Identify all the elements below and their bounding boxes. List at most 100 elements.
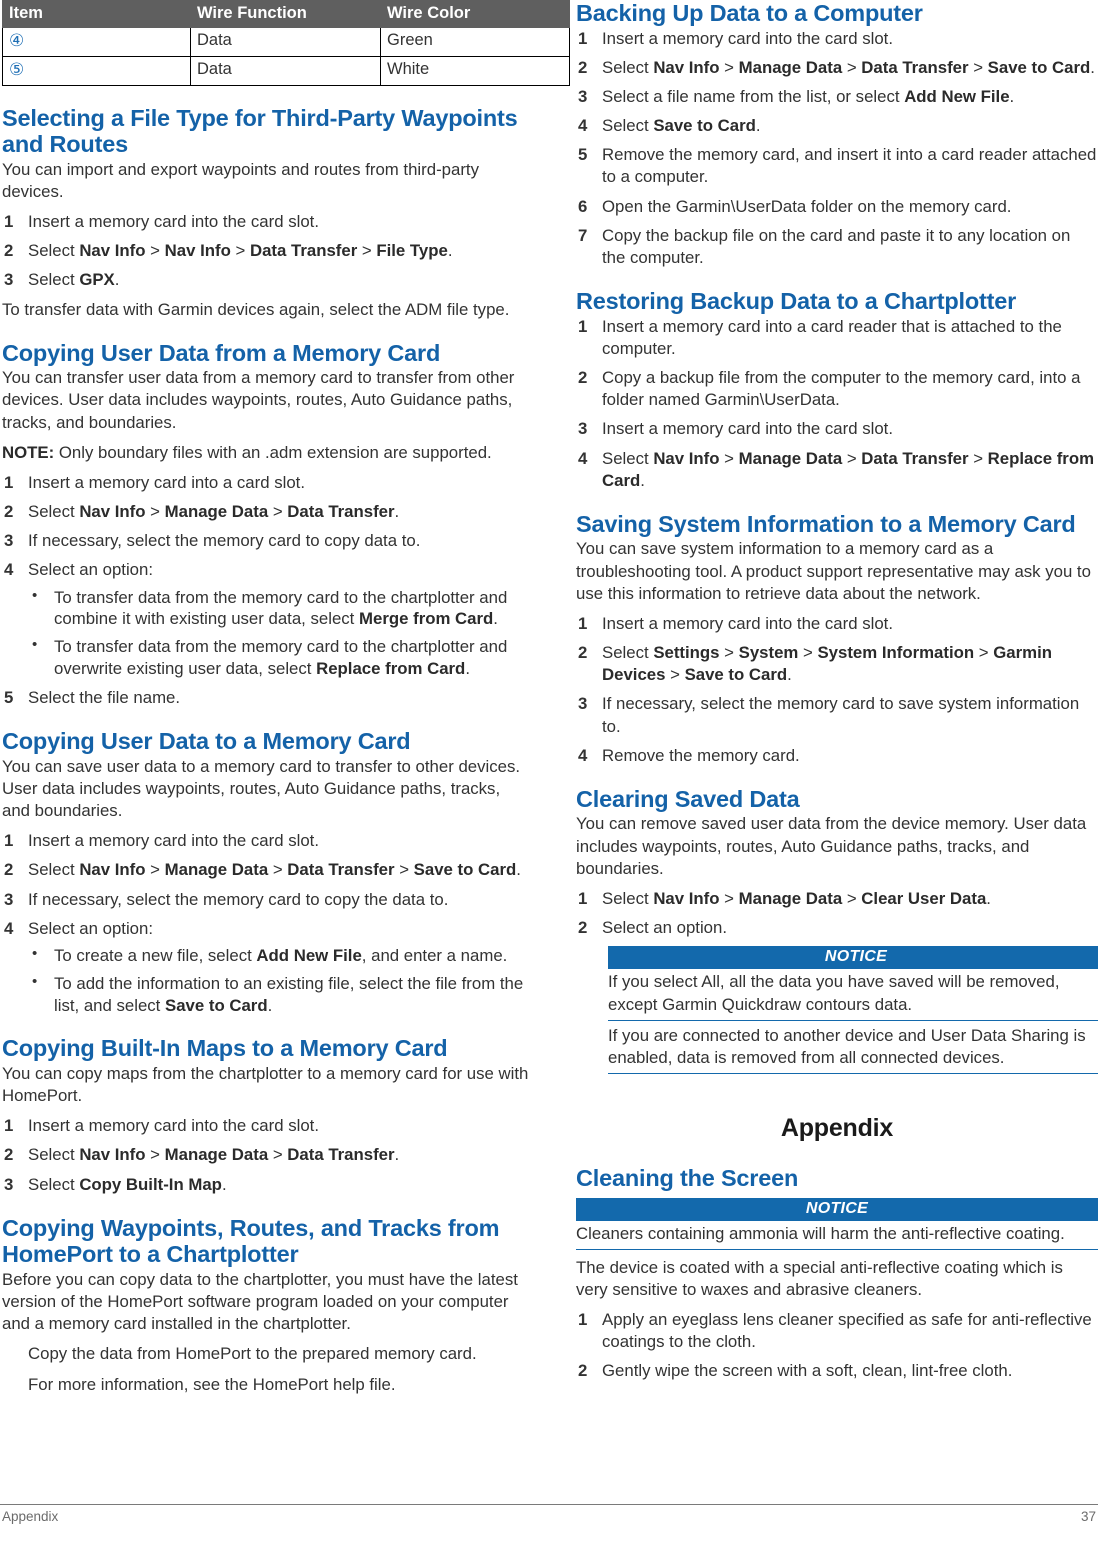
section-heading-clearing-saved-data: Clearing Saved Data (576, 785, 800, 812)
notice-bottom-rule (576, 1248, 1098, 1250)
step-item: 4 Select an option: To transfer data from … (2, 559, 532, 679)
step-text: Select Settings > System > System Inform… (602, 643, 1053, 685)
step-text: Remove the memory card, and insert it in… (602, 145, 1097, 187)
step-text: Insert a memory card into a card slot. (28, 472, 305, 492)
notice-label: NOTICE (576, 1197, 1098, 1221)
notice-bottom-rule (608, 1073, 1098, 1075)
notice-paragraph: Cleaners containing ammonia will harm th… (576, 1223, 1065, 1243)
step-number: 1 (4, 1116, 14, 1136)
footer-divider (0, 1504, 1098, 1505)
steps-list-saving-system-information: 1 Insert a memory card into the card slot… (576, 613, 1098, 767)
step-item: 5 Remove the memory card, and insert it i… (576, 144, 1098, 188)
section-intro: You can import and export waypoints and … (2, 159, 479, 201)
table-header-item: Item (2, 0, 191, 28)
step-number: 3 (4, 1174, 14, 1194)
step-item: 2 Select an option. (576, 917, 1098, 939)
section-heading-saving-system-information: Saving System Information to a Memory Ca… (576, 510, 1076, 537)
steps-list-clearing-saved-data: 1 Select Nav Info > Manage Data > Clear U… (576, 888, 1098, 939)
step-number: 6 (578, 196, 588, 216)
step-item: 3 If necessary, select the memory card to… (2, 889, 532, 911)
step-text: Select Nav Info > Manage Data > Data Tra… (28, 1145, 400, 1165)
step-text: If necessary, select the memory card to … (28, 889, 449, 909)
step-item: 2 Select Settings > System > System Infor… (576, 642, 1098, 686)
step-item: 1 Insert a memory card into the card slot… (2, 1115, 532, 1137)
notice-paragraph: If you are connected to another device a… (608, 1019, 1098, 1073)
sub-option-item: To create a new file, select Add New Fil… (28, 944, 532, 967)
unnumbered-step-more-info: For more information, see the HomePort h… (28, 1374, 396, 1394)
step-item: 1 Insert a memory card into the card slot… (2, 830, 532, 852)
circled-number-icon: ⑤ (9, 59, 25, 79)
table-header-wire-color: Wire Color (380, 0, 570, 28)
section-intro: You can copy maps from the chartplotter … (2, 1063, 529, 1106)
step-item: 1 Insert a memory card into the card slot… (576, 613, 1098, 635)
step-number: 1 (4, 831, 14, 851)
step-number: 1 (578, 28, 588, 48)
step-text: Select an option: (28, 560, 154, 580)
sub-option-list: To create a new file, select Add New Fil… (28, 944, 532, 1017)
step-item: 3 Insert a memory card into the card slot… (576, 418, 1098, 440)
table-cell-color: White (380, 55, 570, 86)
section-intro: You can remove saved user data from the … (576, 814, 1087, 878)
step-item: 1 Insert a memory card into the card slot… (2, 211, 532, 233)
step-number: 2 (4, 1145, 14, 1165)
two-column-layout: Item Wire Function Wire Color ④ Data Gre… (0, 0, 1098, 1455)
step-item: 3 If necessary, select the memory card to… (2, 530, 532, 552)
step-text: Select Copy Built-In Map. (28, 1174, 227, 1194)
step-text: Select an option: (28, 918, 154, 938)
step-text: Select a file name from the list, or sel… (602, 86, 1015, 106)
section-outro: To transfer data with Garmin devices aga… (2, 299, 510, 319)
step-number: 1 (578, 1310, 588, 1330)
table-row: ⑤ Data White (2, 55, 570, 86)
step-number: 5 (578, 145, 588, 165)
step-number: 2 (578, 1361, 588, 1381)
table-header-row: Item Wire Function Wire Color (2, 0, 570, 28)
step-item: 4 Select Nav Info > Manage Data > Data Tr… (576, 448, 1098, 492)
step-item: 2 Select Nav Info > Manage Data > Data Tr… (576, 57, 1098, 79)
step-item: 2 Select Nav Info > Manage Data > Data Tr… (2, 859, 532, 881)
step-item: 4 Select an option: To create a new file, … (2, 918, 532, 1017)
section-heading-selecting-file-type: Selecting a File Type for Third-Party Wa… (2, 104, 518, 158)
table-row: ④ Data Green (2, 26, 570, 57)
step-number: 4 (578, 116, 588, 136)
step-text: Insert a memory card into the card slot. (602, 419, 893, 439)
sub-option-list: To transfer data from the memory card to… (28, 586, 532, 680)
step-item: 2 Select Nav Info > Nav Info > Data Trans… (2, 240, 532, 262)
step-item: 2 Copy a backup file from the computer to… (576, 367, 1098, 411)
sub-option-item: To transfer data from the memory card to… (28, 586, 532, 631)
step-number: 3 (4, 531, 14, 551)
step-item: 1 Apply an eyeglass lens cleaner specifie… (576, 1309, 1098, 1353)
circled-number-icon: ④ (9, 30, 25, 50)
step-text: Insert a memory card into the card slot. (28, 831, 319, 851)
step-item: 2 Select Nav Info > Manage Data > Data Tr… (2, 1144, 532, 1166)
section-heading-backing-up-data: Backing Up Data to a Computer (576, 0, 923, 26)
steps-list-restoring-backup-data: 1 Insert a memory card into a card reader… (576, 316, 1098, 492)
step-text: Select an option. (602, 918, 728, 938)
step-number: 2 (578, 367, 588, 387)
step-number: 3 (578, 419, 588, 439)
table-cell-color: Green (380, 26, 570, 57)
step-number: 2 (578, 643, 588, 663)
step-text: Select Nav Info > Manage Data > Clear Us… (602, 889, 991, 908)
section-heading-copying-user-data-to-card: Copying User Data to a Memory Card (2, 728, 411, 755)
step-number: 3 (578, 694, 588, 714)
notice-label: NOTICE (608, 946, 1098, 970)
step-text: Apply an eyeglass lens cleaner specified… (602, 1310, 1092, 1352)
table-cell-function: Data (190, 26, 381, 57)
section-intro: You can transfer user data from a memory… (2, 368, 515, 432)
step-text: Insert a memory card into the card slot. (28, 1116, 319, 1136)
notice-box-cleaning-the-screen: NOTICE Cleaners containing ammonia will … (576, 1197, 1098, 1250)
step-text: Select Nav Info > Manage Data > Data Tra… (602, 57, 1095, 77)
table-cell-item: ⑤ (2, 55, 191, 86)
step-text: If necessary, select the memory card to … (28, 531, 421, 551)
step-text: Gently wipe the screen with a soft, clea… (602, 1361, 1013, 1381)
step-item: 6 Open the Garmin\UserData folder on the … (576, 196, 1098, 218)
step-number: 4 (578, 745, 588, 765)
part-title-appendix: Appendix (780, 1114, 894, 1143)
step-text: Remove the memory card. (602, 745, 800, 765)
step-text: Select Save to Card. (602, 116, 761, 136)
step-number: 4 (578, 448, 588, 468)
section-heading-restoring-backup-data: Restoring Backup Data to a Chartplotter (576, 288, 1017, 315)
footer-section-label: Appendix (2, 1509, 59, 1524)
sub-option-item: To add the information to an existing fi… (28, 972, 532, 1017)
steps-list-copying-built-in-maps: 1 Insert a memory card into the card slot… (2, 1115, 532, 1196)
